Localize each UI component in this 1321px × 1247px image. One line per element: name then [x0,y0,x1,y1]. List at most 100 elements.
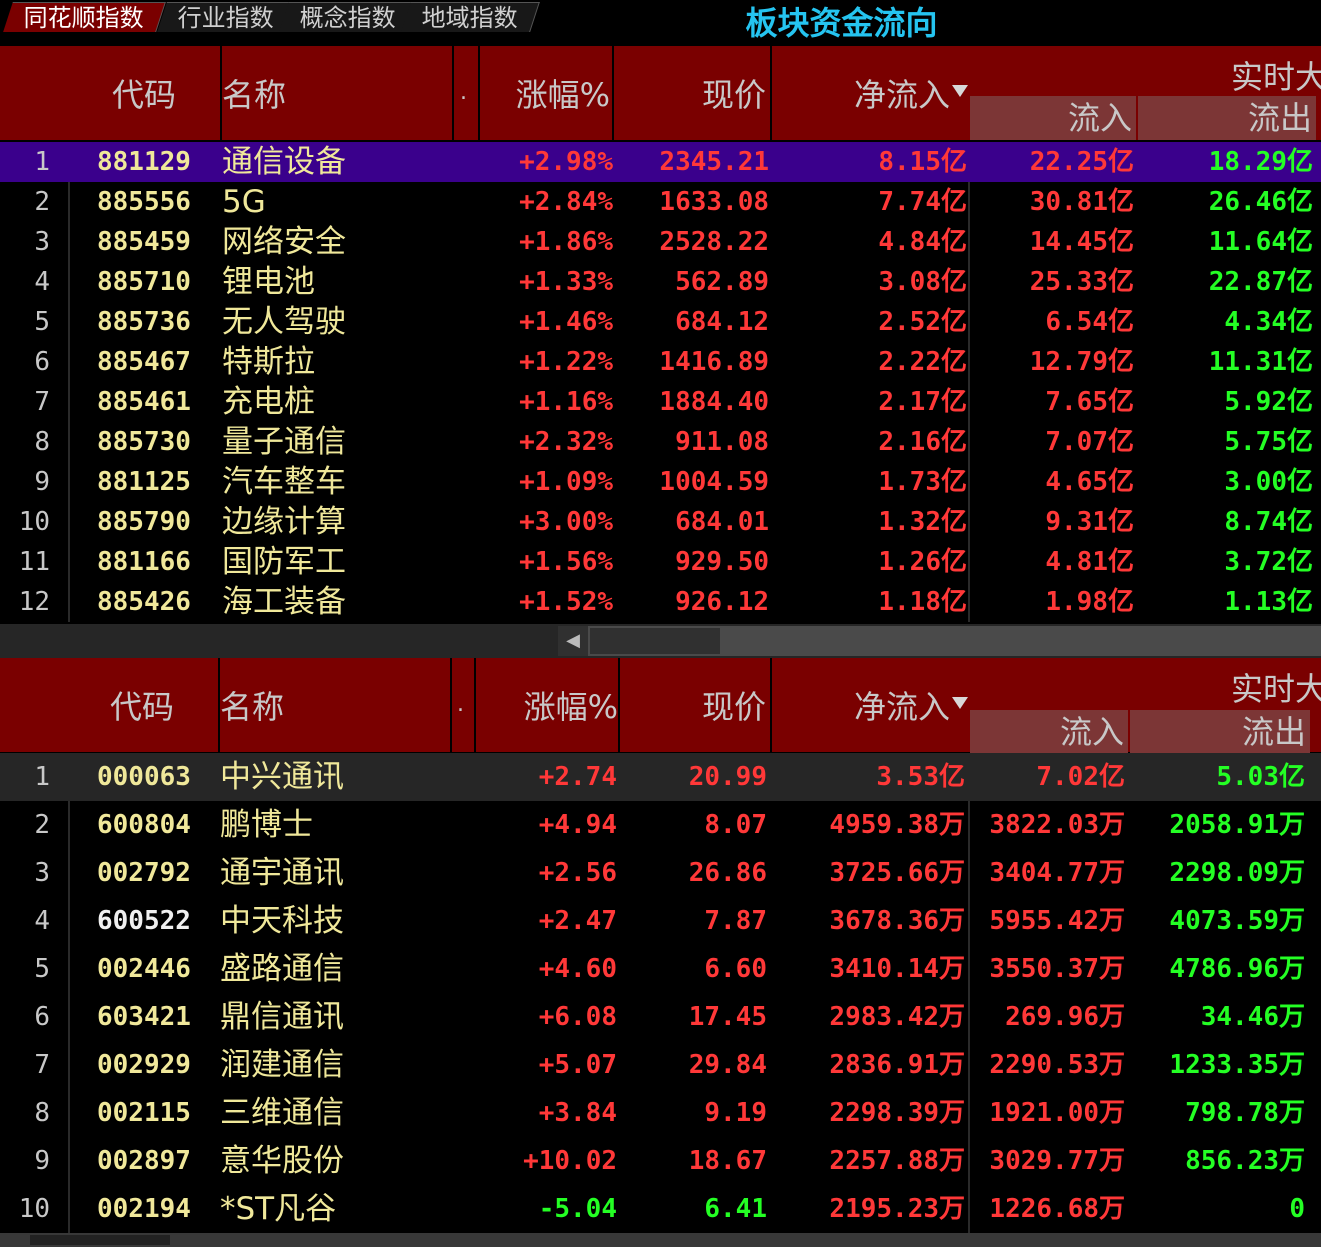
header-change[interactable]: 涨幅% [480,46,614,140]
row-inflow: 3822.03万 [989,810,1125,840]
row-net-inflow: 2836.91万 [829,1050,965,1080]
tab-region-index[interactable]: 地域指数 [401,2,540,32]
table-row[interactable]: 2 600804 鹏博士 +4.94 8.07 4959.38万 3822.03万 2058.… [0,801,1321,849]
row-outflow: 2058.91万 [1169,810,1305,840]
table-row[interactable]: 6 603421 鼎信通讯 +6.08 17.45 2983.42万 269.96万 34.4… [0,993,1321,1041]
row-net-inflow: 2195.23万 [829,1194,965,1224]
row-code: 002792 [97,858,191,888]
row-outflow: 11.31亿 [1208,347,1313,377]
tab-ths-index[interactable]: 同花顺指数 [3,2,166,32]
row-change: +4.60 [538,954,617,984]
scroll-left-icon[interactable]: ◀ [558,626,588,656]
row-net-inflow: 8.15亿 [878,147,967,177]
row-net-inflow: 1.26亿 [878,547,967,577]
row-name: 盛路通信 [220,951,344,987]
table-row[interactable]: 2 885556 5G +2.84% 1633.08 7.74亿 30.81亿 26.46亿 [0,182,1321,222]
table-row[interactable]: 4 885710 锂电池 +1.33% 562.89 3.08亿 25.33亿 22.87亿 [0,262,1321,302]
header-price-label: 现价 [701,76,766,114]
row-index: 7 [34,1050,50,1080]
table-row[interactable]: 1 000063 中兴通讯 +2.74 20.99 3.53亿 7.02亿 5.03亿 [0,753,1321,801]
row-code: 885730 [97,427,191,457]
header-net-inflow[interactable]: 净流入 [772,46,970,140]
bottom-scrollbar-thumb[interactable] [30,1235,170,1245]
table-row[interactable]: 5 885736 无人驾驶 +1.46% 684.12 2.52亿 6.54亿 4.34亿 [0,302,1321,342]
row-change: +2.98% [519,147,613,177]
header-name-label-2: 名称 [220,688,285,726]
bottom-table-header: 代码 名称 . 涨幅% 现价 净流入 实时大 流入 流出 [0,658,1321,754]
header-dot[interactable]: . [454,46,480,140]
header-price-2[interactable]: 现价 [620,658,772,752]
table-row[interactable]: 7 002929 润建通信 +5.07 29.84 2836.91万 2290.53万 123… [0,1041,1321,1089]
row-price: 1416.89 [659,347,769,377]
row-price: 6.60 [704,954,767,984]
header-change-label-2: 涨幅% [523,688,618,726]
row-change: +5.07 [538,1050,617,1080]
row-index: 5 [34,954,50,984]
table-row[interactable]: 12 885426 海工装备 +1.52% 926.12 1.18亿 1.98亿 1.13亿 [0,582,1321,622]
bottom-scrollbar[interactable] [0,1233,1321,1247]
header-code-label-2: 代码 [110,688,175,726]
header-name-label: 名称 [222,76,287,114]
table-row[interactable]: 7 885461 充电桩 +1.16% 1884.40 2.17亿 7.65亿 5.92亿 [0,382,1321,422]
table-row[interactable]: 6 885467 特斯拉 +1.22% 1416.89 2.22亿 12.79亿 11.31亿 [0,342,1321,382]
row-change: +1.52% [519,587,613,617]
table-row[interactable]: 4 600522 中天科技 +2.47 7.87 3678.36万 5955.42万 4073… [0,897,1321,945]
header-inflow[interactable]: 流入 [970,96,1136,140]
row-inflow: 3404.77万 [989,858,1125,888]
row-change: -5.04 [538,1194,617,1224]
table-row[interactable]: 9 002897 意华股份 +10.02 18.67 2257.88万 3029.77万 85… [0,1137,1321,1185]
row-net-inflow: 3.53亿 [876,762,965,792]
table-row[interactable]: 3 002792 通宇通讯 +2.56 26.86 3725.66万 3404.77万 229… [0,849,1321,897]
header-net-inflow-label-2: 净流入 [853,688,950,726]
row-index: 1 [34,762,50,792]
row-net-inflow: 3410.14万 [829,954,965,984]
header-name-2[interactable]: 名称 [220,658,452,752]
header-code[interactable]: 代码 [70,46,222,140]
row-code: 881166 [97,547,191,577]
header-net-inflow-2[interactable]: 净流入 [772,658,970,752]
row-code: 885459 [97,227,191,257]
row-inflow: 14.45亿 [1029,227,1134,257]
table-row[interactable]: 11 881166 国防军工 +1.56% 929.50 1.26亿 4.81亿 3.72亿 [0,542,1321,582]
table-row[interactable]: 3 885459 网络安全 +1.86% 2528.22 4.84亿 14.45亿 11.64… [0,222,1321,262]
row-change: +2.32% [519,427,613,457]
horizontal-scrollbar[interactable]: ◀ [558,626,1321,656]
row-outflow: 3.00亿 [1224,467,1313,497]
header-dot-label: . [460,80,467,105]
row-price: 562.89 [675,267,769,297]
row-inflow: 9.31亿 [1045,507,1134,537]
table-row[interactable]: 9 881125 汽车整车 +1.09% 1004.59 1.73亿 4.65亿 3.00亿 [0,462,1321,502]
tab-concept-index[interactable]: 概念指数 [279,2,418,32]
row-inflow: 5955.42万 [989,906,1125,936]
row-name: 量子通信 [222,424,346,460]
row-price: 17.45 [688,1002,767,1032]
header-name[interactable]: 名称 [222,46,454,140]
header-price[interactable]: 现价 [614,46,772,140]
row-change: +1.33% [519,267,613,297]
header-code-2[interactable]: 代码 [70,658,220,752]
row-change: +1.09% [519,467,613,497]
tab-industry-index[interactable]: 行业指数 [157,2,296,32]
table-row[interactable]: 8 885730 量子通信 +2.32% 911.08 2.16亿 7.07亿 5.75亿 [0,422,1321,462]
header-dot-label-2: . [457,692,464,717]
table-row[interactable]: 10 002194 *ST凡谷 -5.04 6.41 2195.23万 1226.68万 0 [0,1185,1321,1233]
header-outflow-2[interactable]: 流出 [1130,710,1310,754]
header-inflow-2[interactable]: 流入 [970,710,1128,754]
table-row[interactable]: 8 002115 三维通信 +3.84 9.19 2298.39万 1921.00万 798.… [0,1089,1321,1137]
table-row[interactable]: 1 881129 通信设备 +2.98% 2345.21 8.15亿 22.25亿 18.29… [0,142,1321,182]
scrollbar-thumb[interactable] [590,628,720,654]
row-outflow: 18.29亿 [1208,147,1313,177]
header-code-label: 代码 [112,76,177,114]
row-outflow: 0 [1289,1194,1305,1224]
row-outflow: 5.92亿 [1224,387,1313,417]
table-row[interactable]: 10 885790 边缘计算 +3.00% 684.01 1.32亿 9.31亿 8.74亿 [0,502,1321,542]
header-index-col-2 [0,658,70,752]
header-outflow[interactable]: 流出 [1138,96,1316,140]
header-change-2[interactable]: 涨幅% [476,658,620,752]
row-inflow: 1921.00万 [989,1098,1125,1128]
row-outflow: 11.64亿 [1208,227,1313,257]
row-index: 2 [34,810,50,840]
table-row[interactable]: 5 002446 盛路通信 +4.60 6.60 3410.14万 3550.37万 4786… [0,945,1321,993]
header-dot-2[interactable]: . [452,658,476,752]
row-price: 7.87 [704,906,767,936]
